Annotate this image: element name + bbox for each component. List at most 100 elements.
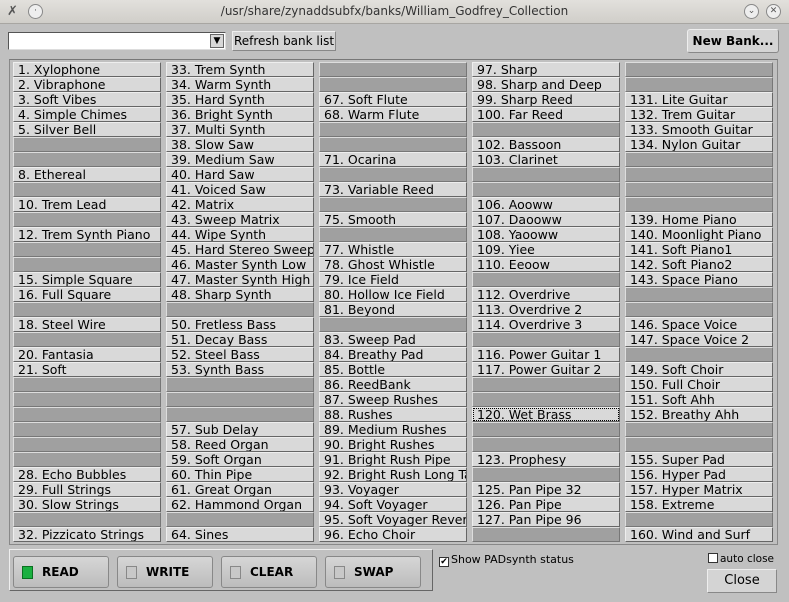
- bank-slot-109[interactable]: 109. Yiee: [472, 242, 620, 257]
- bank-slot-137[interactable]: [625, 182, 773, 197]
- bank-slot-157[interactable]: 157. Hyper Matrix: [625, 482, 773, 497]
- bank-slot-4[interactable]: 4. Simple Chimes: [13, 107, 161, 122]
- bank-slot-82[interactable]: [319, 317, 467, 332]
- bank-slot-25[interactable]: [13, 422, 161, 437]
- bank-slot-135[interactable]: [625, 152, 773, 167]
- bank-slot-89[interactable]: 89. Medium Rushes: [319, 422, 467, 437]
- bank-slot-26[interactable]: [13, 437, 161, 452]
- bank-slot-78[interactable]: 78. Ghost Whistle: [319, 257, 467, 272]
- bank-slot-48[interactable]: 48. Sharp Synth: [166, 287, 314, 302]
- bank-slot-39[interactable]: 39. Medium Saw: [166, 152, 314, 167]
- bank-slot-2[interactable]: 2. Vibraphone: [13, 77, 161, 92]
- bank-slot-115[interactable]: [472, 332, 620, 347]
- mode-write-button[interactable]: WRITE: [117, 556, 213, 588]
- bank-slot-156[interactable]: 156. Hyper Pad: [625, 467, 773, 482]
- bank-slot-37[interactable]: 37. Multi Synth: [166, 122, 314, 137]
- checkbox-icon[interactable]: ✔: [439, 557, 449, 567]
- bank-slot-148[interactable]: [625, 347, 773, 362]
- bank-slot-141[interactable]: 141. Soft Piano1: [625, 242, 773, 257]
- bank-slot-152[interactable]: 152. Breathy Ahh: [625, 407, 773, 422]
- bank-slot-42[interactable]: 42. Matrix: [166, 197, 314, 212]
- bank-slot-72[interactable]: [319, 167, 467, 182]
- bank-slot-136[interactable]: [625, 167, 773, 182]
- bank-slot-96[interactable]: 96. Echo Choir: [319, 527, 467, 542]
- bank-select[interactable]: ▼: [8, 32, 226, 50]
- bank-slot-74[interactable]: [319, 197, 467, 212]
- bank-slot-34[interactable]: 34. Warm Synth: [166, 77, 314, 92]
- close-icon[interactable]: ✕: [766, 4, 781, 19]
- bank-slot-154[interactable]: [625, 437, 773, 452]
- bank-slot-125[interactable]: 125. Pan Pipe 32: [472, 482, 620, 497]
- bank-slot-127[interactable]: 127. Pan Pipe 96: [472, 512, 620, 527]
- bank-slot-67[interactable]: 67. Soft Flute: [319, 92, 467, 107]
- auto-close-checkbox[interactable]: auto close: [708, 553, 774, 565]
- bank-slot-36[interactable]: 36. Bright Synth: [166, 107, 314, 122]
- bank-slot-140[interactable]: 140. Moonlight Piano: [625, 227, 773, 242]
- bank-slot-110[interactable]: 110. Eeoow: [472, 257, 620, 272]
- bank-slot-15[interactable]: 15. Simple Square: [13, 272, 161, 287]
- bank-slot-65[interactable]: [319, 62, 467, 77]
- bank-slot-139[interactable]: 139. Home Piano: [625, 212, 773, 227]
- bank-slot-18[interactable]: 18. Steel Wire: [13, 317, 161, 332]
- bank-slot-52[interactable]: 52. Steel Bass: [166, 347, 314, 362]
- bank-slot-101[interactable]: [472, 122, 620, 137]
- bank-slot-147[interactable]: 147. Space Voice 2: [625, 332, 773, 347]
- bank-slot-77[interactable]: 77. Whistle: [319, 242, 467, 257]
- bank-slot-134[interactable]: 134. Nylon Guitar: [625, 137, 773, 152]
- bank-slot-35[interactable]: 35. Hard Synth: [166, 92, 314, 107]
- bank-slot-20[interactable]: 20. Fantasia: [13, 347, 161, 362]
- bank-slot-19[interactable]: [13, 332, 161, 347]
- bank-slot-91[interactable]: 91. Bright Rush Pipe: [319, 452, 467, 467]
- bank-slot-76[interactable]: [319, 227, 467, 242]
- bank-slot-111[interactable]: [472, 272, 620, 287]
- checkbox-icon[interactable]: [708, 553, 718, 563]
- bank-slot-73[interactable]: 73. Variable Reed: [319, 182, 467, 197]
- minimize-icon[interactable]: ⌄: [744, 4, 759, 19]
- mode-clear-button[interactable]: CLEAR: [221, 556, 317, 588]
- bank-slot-80[interactable]: 80. Hollow Ice Field: [319, 287, 467, 302]
- bank-slot-6[interactable]: [13, 137, 161, 152]
- bank-slot-116[interactable]: 116. Power Guitar 1: [472, 347, 620, 362]
- bank-slot-28[interactable]: 28. Echo Bubbles: [13, 467, 161, 482]
- bank-slot-21[interactable]: 21. Soft: [13, 362, 161, 377]
- bank-slot-107[interactable]: 107. Daooww: [472, 212, 620, 227]
- bank-slot-150[interactable]: 150. Full Choir: [625, 377, 773, 392]
- bank-slot-43[interactable]: 43. Sweep Matrix: [166, 212, 314, 227]
- bank-slot-85[interactable]: 85. Bottle: [319, 362, 467, 377]
- bank-slot-62[interactable]: 62. Hammond Organ: [166, 497, 314, 512]
- bank-slot-9[interactable]: [13, 182, 161, 197]
- bank-slot-51[interactable]: 51. Decay Bass: [166, 332, 314, 347]
- bank-slot-81[interactable]: 81. Beyond: [319, 302, 467, 317]
- bank-slot-45[interactable]: 45. Hard Stereo Sweep: [166, 242, 314, 257]
- bank-slot-98[interactable]: 98. Sharp and Deep: [472, 77, 620, 92]
- bank-slot-108[interactable]: 108. Yaooww: [472, 227, 620, 242]
- bank-slot-29[interactable]: 29. Full Strings: [13, 482, 161, 497]
- bank-slot-120[interactable]: 120. Wet Brass: [472, 407, 620, 422]
- bank-slot-38[interactable]: 38. Slow Saw: [166, 137, 314, 152]
- bank-slot-124[interactable]: [472, 467, 620, 482]
- bank-slot-12[interactable]: 12. Trem Synth Piano: [13, 227, 161, 242]
- bank-slot-57[interactable]: 57. Sub Delay: [166, 422, 314, 437]
- bank-slot-160[interactable]: 160. Wind and Surf: [625, 527, 773, 542]
- bank-slot-117[interactable]: 117. Power Guitar 2: [472, 362, 620, 377]
- bank-slot-126[interactable]: 126. Pan Pipe: [472, 497, 620, 512]
- bank-slot-10[interactable]: 10. Trem Lead: [13, 197, 161, 212]
- bank-slot-71[interactable]: 71. Ocarina: [319, 152, 467, 167]
- bank-slot-1[interactable]: 1. Xylophone: [13, 62, 161, 77]
- close-button[interactable]: Close: [707, 569, 777, 593]
- bank-slot-31[interactable]: [13, 512, 161, 527]
- bank-slot-100[interactable]: 100. Far Reed: [472, 107, 620, 122]
- bank-slot-59[interactable]: 59. Soft Organ: [166, 452, 314, 467]
- bank-slot-92[interactable]: 92. Bright Rush Long Tail: [319, 467, 467, 482]
- bank-slot-128[interactable]: [472, 527, 620, 542]
- bank-slot-60[interactable]: 60. Thin Pipe: [166, 467, 314, 482]
- refresh-bank-list-button[interactable]: Refresh bank list: [232, 31, 336, 51]
- bank-slot-50[interactable]: 50. Fretless Bass: [166, 317, 314, 332]
- bank-slot-14[interactable]: [13, 257, 161, 272]
- bank-slot-17[interactable]: [13, 302, 161, 317]
- bank-slot-143[interactable]: 143. Space Piano: [625, 272, 773, 287]
- bank-slot-40[interactable]: 40. Hard Saw: [166, 167, 314, 182]
- bank-slot-106[interactable]: 106. Aooww: [472, 197, 620, 212]
- bank-slot-84[interactable]: 84. Breathy Pad: [319, 347, 467, 362]
- bank-slot-113[interactable]: 113. Overdrive 2: [472, 302, 620, 317]
